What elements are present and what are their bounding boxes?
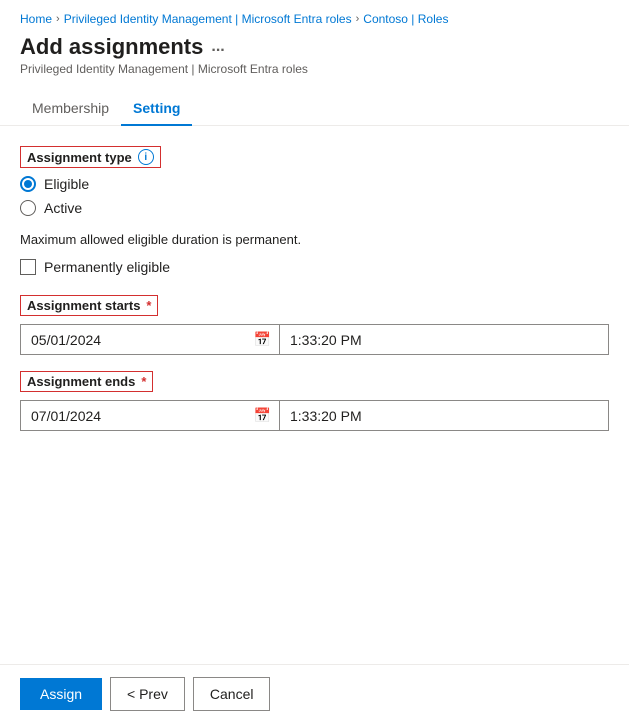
page-title-text: Add assignments	[20, 34, 203, 60]
assignment-type-text: Assignment type	[27, 150, 132, 165]
assignment-ends-section: Assignment ends * 07/01/2024 📅 1:33:20 P…	[20, 371, 609, 431]
note-text: Maximum allowed eligible duration is per…	[20, 232, 609, 247]
assignment-starts-text: Assignment starts	[27, 298, 140, 313]
assignment-type-section: Assignment type i Eligible Active	[20, 146, 609, 216]
radio-active-label: Active	[44, 200, 82, 216]
content-area: Assignment type i Eligible Active Maximu…	[0, 126, 629, 664]
breadcrumb-sep-2: ›	[356, 13, 360, 25]
page-subtitle: Privileged Identity Management | Microso…	[20, 62, 609, 76]
assignment-starts-required: *	[146, 298, 151, 313]
assignment-starts-time-container[interactable]: 1:33:20 PM	[280, 324, 609, 355]
page-title-ellipsis[interactable]: ...	[211, 38, 224, 56]
tabs: Membership Setting	[0, 80, 629, 126]
radio-active-input[interactable]	[20, 200, 36, 216]
breadcrumb-roles[interactable]: Contoso | Roles	[363, 12, 448, 26]
breadcrumb-pim[interactable]: Privileged Identity Management | Microso…	[64, 12, 352, 26]
assignment-type-box: Assignment type i	[20, 146, 161, 168]
tab-setting[interactable]: Setting	[121, 92, 192, 126]
assignment-starts-inputs: 05/01/2024 📅 1:33:20 PM	[20, 324, 609, 355]
assignment-ends-box: Assignment ends *	[20, 371, 153, 392]
assign-button[interactable]: Assign	[20, 678, 102, 710]
permanently-eligible-checkbox[interactable]	[20, 259, 36, 275]
assignment-ends-date[interactable]: 07/01/2024	[21, 402, 246, 430]
assignment-ends-required: *	[141, 374, 146, 389]
tab-membership[interactable]: Membership	[20, 92, 121, 126]
assignment-starts-time[interactable]: 1:33:20 PM	[280, 326, 608, 354]
cancel-button[interactable]: Cancel	[193, 677, 271, 711]
assignment-starts-date[interactable]: 05/01/2024	[21, 326, 246, 354]
page-header: Add assignments ... Privileged Identity …	[0, 34, 629, 80]
assignment-ends-calendar-icon[interactable]: 📅	[246, 401, 279, 430]
radio-eligible-label: Eligible	[44, 176, 89, 192]
assignment-starts-box: Assignment starts *	[20, 295, 158, 316]
assignment-ends-inputs: 07/01/2024 📅 1:33:20 PM	[20, 400, 609, 431]
assignment-ends-label: Assignment ends *	[20, 371, 609, 392]
footer: Assign < Prev Cancel	[0, 664, 629, 723]
radio-eligible[interactable]: Eligible	[20, 176, 609, 192]
assignment-ends-time[interactable]: 1:33:20 PM	[280, 402, 608, 430]
breadcrumb: Home › Privileged Identity Management | …	[0, 0, 629, 34]
breadcrumb-home[interactable]: Home	[20, 12, 52, 26]
prev-button[interactable]: < Prev	[110, 677, 185, 711]
assignment-starts-section: Assignment starts * 05/01/2024 📅 1:33:20…	[20, 295, 609, 355]
assignment-starts-date-container[interactable]: 05/01/2024 📅	[20, 324, 280, 355]
assignment-type-radio-group: Eligible Active	[20, 176, 609, 216]
assignment-starts-label: Assignment starts *	[20, 295, 609, 316]
assignment-type-label: Assignment type i	[20, 146, 609, 168]
assignment-ends-text: Assignment ends	[27, 374, 135, 389]
permanently-eligible-label: Permanently eligible	[44, 259, 170, 275]
assignment-ends-date-container[interactable]: 07/01/2024 📅	[20, 400, 280, 431]
assignment-ends-time-container[interactable]: 1:33:20 PM	[280, 400, 609, 431]
permanently-eligible-option[interactable]: Permanently eligible	[20, 259, 609, 275]
assignment-starts-calendar-icon[interactable]: 📅	[246, 325, 279, 354]
radio-active[interactable]: Active	[20, 200, 609, 216]
assignment-type-info-icon[interactable]: i	[138, 149, 154, 165]
radio-eligible-input[interactable]	[20, 176, 36, 192]
breadcrumb-sep-1: ›	[56, 13, 60, 25]
